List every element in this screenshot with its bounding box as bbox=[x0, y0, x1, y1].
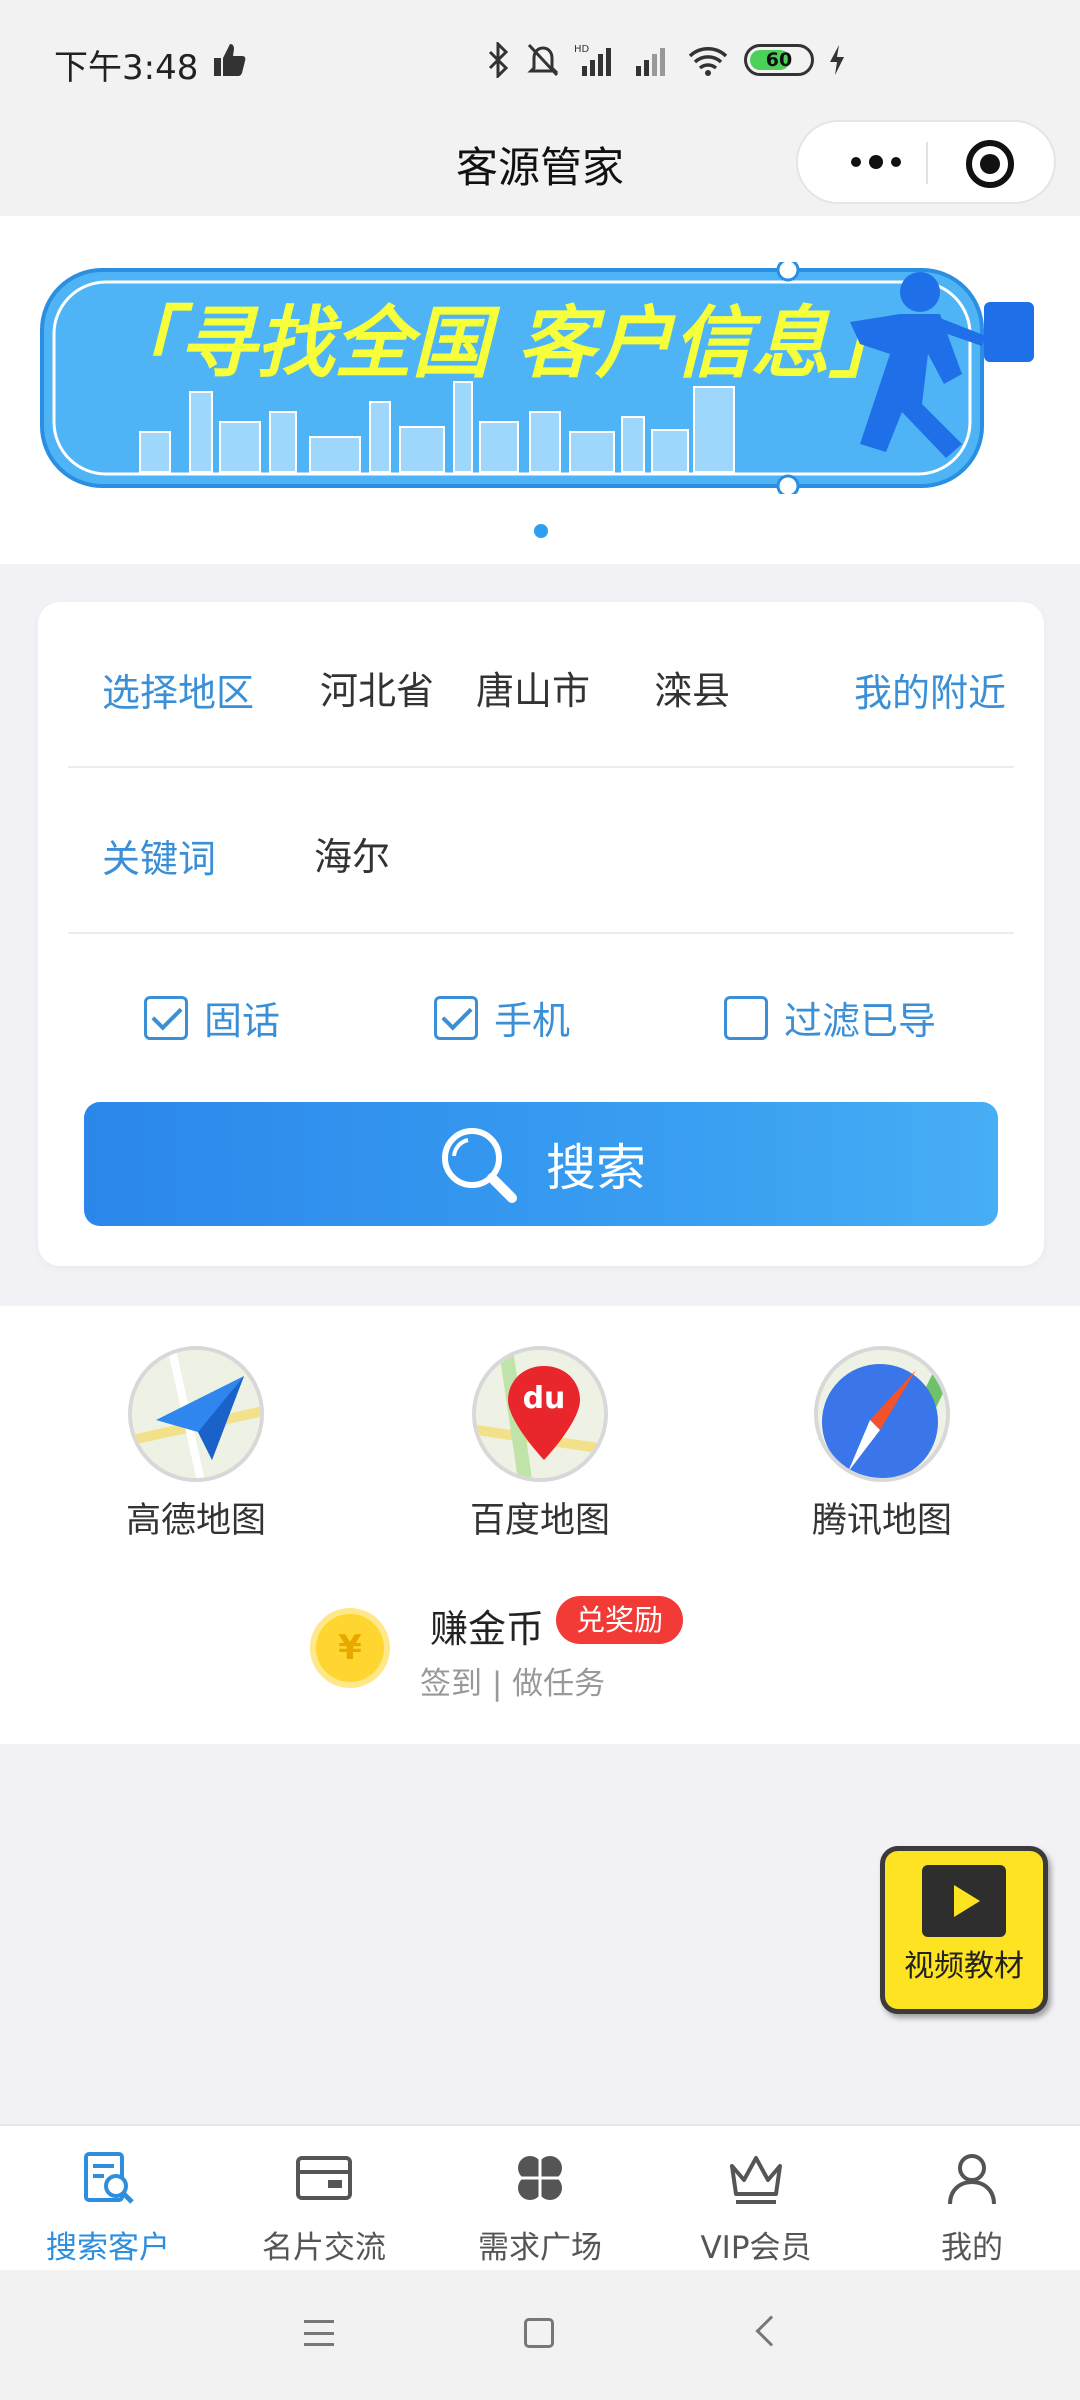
bottom-tab-bar: 搜索客户 名片交流 需求广场 VIP会员 我的 bbox=[0, 2124, 1080, 2270]
earn-coins-title: 赚金币 bbox=[430, 1607, 545, 1651]
region-row: 选择地区 河北省 唐山市 滦县 我的附近 bbox=[68, 602, 1014, 768]
tab-vip-member-label: VIP会员 bbox=[700, 2230, 812, 2266]
tab-mine-label: 我的 bbox=[941, 2230, 1003, 2266]
filter-exported-label: 过滤已导 bbox=[784, 999, 937, 1043]
tab-search-customer[interactable]: 搜索客户 bbox=[0, 2148, 216, 2267]
battery-icon: 60 bbox=[744, 44, 814, 76]
amap-link[interactable]: 高德地图 bbox=[96, 1346, 296, 1543]
checkbox-unchecked-icon bbox=[724, 995, 768, 1040]
more-options-button[interactable] bbox=[828, 122, 924, 202]
coin-symbol: ¥ bbox=[338, 1628, 362, 1668]
clover-icon bbox=[518, 2156, 562, 2200]
amap-icon bbox=[128, 1346, 264, 1482]
thumbs-up-icon bbox=[214, 44, 246, 76]
filter-exported-checkbox[interactable]: 过滤已导 bbox=[724, 990, 936, 1045]
svg-text:HD: HD bbox=[574, 44, 590, 55]
earn-coins-entry[interactable]: ¥ 赚金币 兑奖励 签到 | 做任务 bbox=[310, 1596, 730, 1706]
menu-icon[interactable] bbox=[304, 2320, 334, 2346]
quick-links-section: 高德地图 du 百度地图 腾讯地图 ¥ 赚金币 兑奖励 签到 | 做任务 bbox=[0, 1306, 1080, 1744]
banner-carousel[interactable]: 「寻找全国 客户信息」 bbox=[40, 262, 1056, 494]
video-tutorial-label: 视频教材 bbox=[904, 1949, 1024, 1984]
search-customer-icon bbox=[84, 2152, 134, 2204]
signal-icon bbox=[636, 48, 665, 76]
back-icon[interactable] bbox=[755, 2315, 787, 2347]
bluetooth-icon bbox=[488, 42, 509, 78]
home-icon[interactable] bbox=[524, 2318, 554, 2348]
tab-mine[interactable]: 我的 bbox=[864, 2148, 1080, 2267]
tab-demand-square-label: 需求广场 bbox=[478, 2230, 602, 2266]
keyword-input[interactable]: 海尔 bbox=[314, 826, 390, 881]
baidu-map-icon: du bbox=[472, 1346, 608, 1482]
keyword-label: 关键词 bbox=[102, 837, 217, 881]
redeem-reward-badge[interactable]: 兑奖励 bbox=[556, 1596, 684, 1644]
mute-bell-icon bbox=[527, 43, 559, 77]
city-select[interactable]: 唐山市 bbox=[476, 660, 590, 715]
province-select[interactable]: 河北省 bbox=[320, 660, 434, 715]
region-label[interactable]: 选择地区 bbox=[102, 662, 254, 717]
amap-label: 高德地图 bbox=[125, 1501, 266, 1541]
system-nav-bar bbox=[0, 2270, 1080, 2400]
checkbox-checked-icon bbox=[144, 995, 188, 1040]
charging-icon bbox=[830, 45, 844, 75]
capsule-divider bbox=[926, 142, 928, 184]
landline-label: 固话 bbox=[204, 999, 281, 1043]
user-icon bbox=[948, 2154, 996, 2205]
earn-coins-subtitle: 签到 | 做任务 bbox=[420, 1666, 606, 1702]
banner-text: 「寻找全国 客户信息」 bbox=[100, 299, 907, 389]
status-time: 下午3:48 bbox=[54, 48, 199, 88]
battery-level: 60 bbox=[765, 49, 793, 71]
nearby-button[interactable]: 我的附近 bbox=[854, 662, 1006, 717]
carousel-indicator bbox=[534, 524, 548, 538]
baidu-map-link[interactable]: du 百度地图 bbox=[440, 1346, 640, 1543]
checkbox-checked-icon bbox=[434, 995, 478, 1040]
banner-section: 「寻找全国 客户信息」 bbox=[0, 216, 1080, 564]
mobile-checkbox[interactable]: 手机 bbox=[434, 990, 570, 1045]
tab-demand-square[interactable]: 需求广场 bbox=[432, 2148, 648, 2267]
tencent-map-icon bbox=[814, 1346, 950, 1482]
business-card-icon bbox=[296, 2156, 352, 2200]
tab-search-customer-label: 搜索客户 bbox=[46, 2230, 170, 2266]
keyword-row: 关键词 海尔 bbox=[68, 768, 1014, 934]
status-bar: 下午3:48 HD 60 bbox=[0, 0, 1080, 120]
title-bar: 客源管家 bbox=[0, 120, 1080, 216]
tencent-map-label: 腾讯地图 bbox=[811, 1501, 952, 1541]
tab-business-card[interactable]: 名片交流 bbox=[216, 2148, 432, 2267]
county-select[interactable]: 滦县 bbox=[654, 660, 730, 715]
video-play-icon bbox=[922, 1865, 1006, 1937]
search-icon bbox=[442, 1128, 517, 1203]
close-target-button[interactable] bbox=[966, 140, 1014, 188]
status-icons: HD 60 bbox=[486, 40, 846, 80]
tencent-map-link[interactable]: 腾讯地图 bbox=[782, 1346, 982, 1543]
svg-text:du: du bbox=[523, 1381, 566, 1416]
crown-icon bbox=[730, 2156, 782, 2204]
search-button[interactable]: 搜索 bbox=[84, 1102, 998, 1226]
mini-program-capsule bbox=[796, 120, 1056, 204]
signal-hd-icon: HD bbox=[574, 44, 611, 76]
mobile-label: 手机 bbox=[494, 999, 571, 1043]
wifi-icon bbox=[688, 47, 728, 76]
search-button-label: 搜索 bbox=[546, 1139, 646, 1197]
filter-checkboxes: 固话 手机 过滤已导 bbox=[38, 934, 1044, 1084]
gold-coin-icon: ¥ bbox=[310, 1608, 390, 1688]
video-tutorial-button[interactable]: 视频教材 bbox=[880, 1846, 1048, 2014]
tab-vip-member[interactable]: VIP会员 bbox=[648, 2148, 864, 2267]
landline-checkbox[interactable]: 固话 bbox=[144, 990, 280, 1045]
tab-business-card-label: 名片交流 bbox=[262, 2230, 386, 2266]
baidu-map-label: 百度地图 bbox=[469, 1501, 610, 1541]
search-form-card: 选择地区 河北省 唐山市 滦县 我的附近 关键词 海尔 固话 手机 过滤已导 搜… bbox=[38, 602, 1044, 1266]
